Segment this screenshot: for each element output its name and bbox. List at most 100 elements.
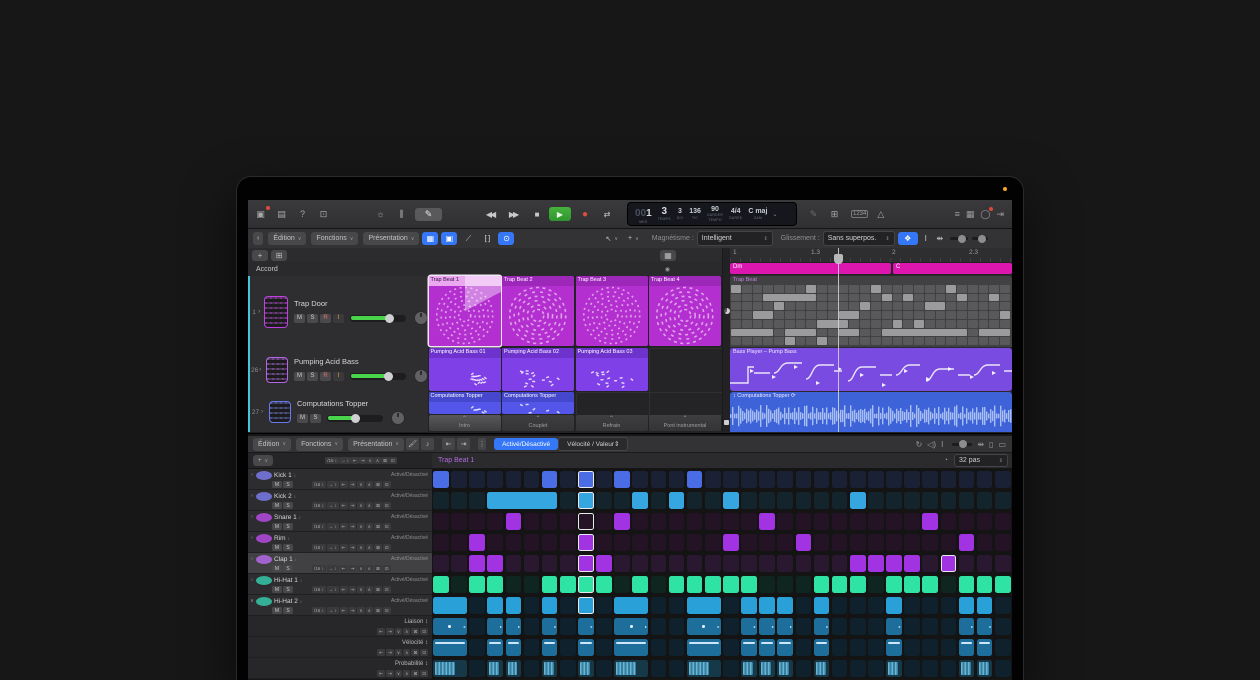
step-cell[interactable] bbox=[469, 513, 485, 530]
step-grid-row[interactable] bbox=[432, 532, 1012, 553]
step-cell[interactable] bbox=[922, 597, 938, 614]
step-cell-active[interactable] bbox=[687, 471, 703, 488]
substep-cell-active[interactable] bbox=[506, 639, 522, 656]
row-mute-button[interactable]: M bbox=[272, 544, 282, 551]
step-cell[interactable] bbox=[669, 555, 685, 572]
step-cell[interactable] bbox=[904, 471, 920, 488]
substep-cell[interactable] bbox=[469, 660, 485, 677]
step-cell-active[interactable] bbox=[469, 555, 485, 572]
step-cell[interactable] bbox=[632, 471, 648, 488]
substep-cell[interactable] bbox=[832, 660, 848, 677]
step-cell[interactable] bbox=[632, 513, 648, 530]
step-cell[interactable] bbox=[524, 471, 540, 488]
step-cell[interactable] bbox=[977, 492, 993, 509]
step-grid-row[interactable] bbox=[432, 595, 1012, 616]
step-cell-active[interactable] bbox=[542, 597, 558, 614]
step-cell[interactable] bbox=[433, 555, 449, 572]
step-cell[interactable] bbox=[560, 555, 576, 572]
pencil-icon[interactable]: ✎ bbox=[805, 207, 822, 222]
seq-track-rim[interactable]: ›Rim↕Activé/DésactivéMS/16 ↕→ ↕⇤⇥∨∧⊠⊡ bbox=[248, 532, 432, 553]
step-grid-row[interactable] bbox=[432, 490, 1012, 511]
step-cell-active[interactable] bbox=[741, 597, 757, 614]
seq-track-kick-2[interactable]: ›Kick 2↕Activé/DésactivéMS/16 ↕→ ↕⇤⇥∨∧⊠⊡ bbox=[248, 490, 432, 511]
substep-cell-active[interactable] bbox=[814, 639, 830, 656]
step-cell[interactable] bbox=[977, 555, 993, 572]
volume-slider[interactable] bbox=[350, 373, 406, 380]
chord-track-dot[interactable]: ◉ bbox=[665, 266, 670, 273]
record-button[interactable]: ● bbox=[574, 207, 594, 221]
substep-cell[interactable] bbox=[723, 618, 739, 635]
step-cell[interactable] bbox=[524, 597, 540, 614]
step-cell[interactable] bbox=[977, 513, 993, 530]
loop-cell[interactable]: Trap Beat 2 bbox=[502, 276, 574, 346]
row-rotate-right-button[interactable]: ⇥ bbox=[386, 670, 394, 677]
loop-cell[interactable]: Pumping Acid Bass 02 bbox=[502, 348, 574, 391]
row-rotate-right-button[interactable]: ⇥ bbox=[349, 586, 357, 593]
step-cell[interactable] bbox=[832, 471, 848, 488]
chord-region[interactable]: Dm bbox=[730, 263, 891, 274]
substep-cell-active[interactable] bbox=[759, 639, 775, 656]
row-disclosure-triangle[interactable]: › bbox=[248, 493, 256, 499]
step-cell[interactable] bbox=[796, 471, 812, 488]
substep-cell-active[interactable]: ▸ bbox=[687, 618, 721, 635]
row-shift-down-button[interactable]: ∨ bbox=[395, 649, 402, 656]
note-pads-icon[interactable]: ▦ bbox=[966, 209, 975, 220]
step-cell[interactable] bbox=[741, 471, 757, 488]
row-rotate-right-button[interactable]: ⇥ bbox=[349, 607, 357, 614]
step-cell[interactable] bbox=[469, 597, 485, 614]
step-cell[interactable] bbox=[977, 534, 993, 551]
step-cell[interactable] bbox=[451, 471, 467, 488]
row-shift-up-button[interactable]: ∧ bbox=[366, 586, 373, 593]
substep-cell-active[interactable]: ▸ bbox=[814, 618, 830, 635]
step-cell[interactable] bbox=[777, 471, 793, 488]
step-cell-active[interactable] bbox=[433, 597, 467, 614]
substep-cell[interactable] bbox=[596, 660, 612, 677]
mode-toggle-button[interactable]: Activé/Désactivé bbox=[494, 438, 558, 450]
step-cell[interactable] bbox=[868, 513, 884, 530]
substep-cell-active[interactable] bbox=[433, 660, 467, 677]
forward-button[interactable]: ▶▶ bbox=[503, 207, 523, 221]
presentation-menu[interactable]: Présentation∨ bbox=[363, 232, 419, 245]
row-shift-up-button[interactable]: ∧ bbox=[366, 481, 373, 488]
substep-cell[interactable] bbox=[651, 639, 667, 656]
step-cell-active[interactable] bbox=[777, 597, 793, 614]
loop-follow-icon[interactable]: ↻ bbox=[916, 440, 923, 449]
step-cell[interactable] bbox=[922, 471, 938, 488]
substep-cell[interactable] bbox=[596, 639, 612, 656]
loop-browser-icon[interactable]: ◯ bbox=[980, 209, 990, 220]
note-tool-icon[interactable]: ♪ bbox=[421, 438, 434, 450]
row-rotate-left-button[interactable]: ⇤ bbox=[377, 628, 385, 635]
scene-trigger[interactable]: ⌃Couplet bbox=[502, 415, 574, 431]
step-cell-active[interactable] bbox=[796, 534, 812, 551]
step-cell-active[interactable] bbox=[959, 576, 975, 593]
seq-rate-stepper[interactable]: /16 ↕ bbox=[325, 457, 339, 464]
step-cell[interactable] bbox=[687, 534, 703, 551]
step-cell[interactable] bbox=[651, 597, 667, 614]
empty-loop-cell[interactable] bbox=[576, 392, 650, 416]
substep-cell-active[interactable] bbox=[614, 639, 648, 656]
step-cell[interactable] bbox=[433, 513, 449, 530]
step-cell[interactable] bbox=[995, 471, 1011, 488]
step-cell-active[interactable] bbox=[596, 576, 612, 593]
row-solo-button[interactable]: S bbox=[283, 607, 293, 614]
substep-cell[interactable] bbox=[669, 639, 685, 656]
seq-track-hi-hat-2[interactable]: ∨Hi-Hat 2↕Activé/DésactivéMS/16 ↕→ ↕⇤⇥∨∧… bbox=[248, 595, 432, 616]
step-cell[interactable] bbox=[487, 534, 503, 551]
step-cell[interactable] bbox=[560, 513, 576, 530]
substep-cell-active[interactable] bbox=[433, 639, 467, 656]
row-rotate-left-button[interactable]: ⇤ bbox=[377, 649, 385, 656]
step-cell[interactable] bbox=[995, 534, 1011, 551]
step-cell[interactable] bbox=[941, 534, 957, 551]
step-cell[interactable] bbox=[705, 471, 721, 488]
window-view-icon[interactable]: ▭ bbox=[998, 440, 1006, 449]
row-rate-stepper[interactable]: /16 ↕ bbox=[312, 481, 326, 488]
mixer-icon[interactable]: ⫼ bbox=[393, 207, 410, 222]
step-cell-active[interactable] bbox=[759, 513, 775, 530]
step-cell[interactable] bbox=[886, 492, 902, 509]
step-cell-active[interactable] bbox=[687, 597, 721, 614]
step-cell-active[interactable] bbox=[433, 576, 449, 593]
loops-grid-toggle[interactable]: ▦ bbox=[422, 232, 438, 245]
substep-cell-active[interactable]: ▸ bbox=[741, 618, 757, 635]
disclosure-triangle[interactable]: › bbox=[259, 367, 266, 373]
step-cell-active[interactable] bbox=[814, 576, 830, 593]
